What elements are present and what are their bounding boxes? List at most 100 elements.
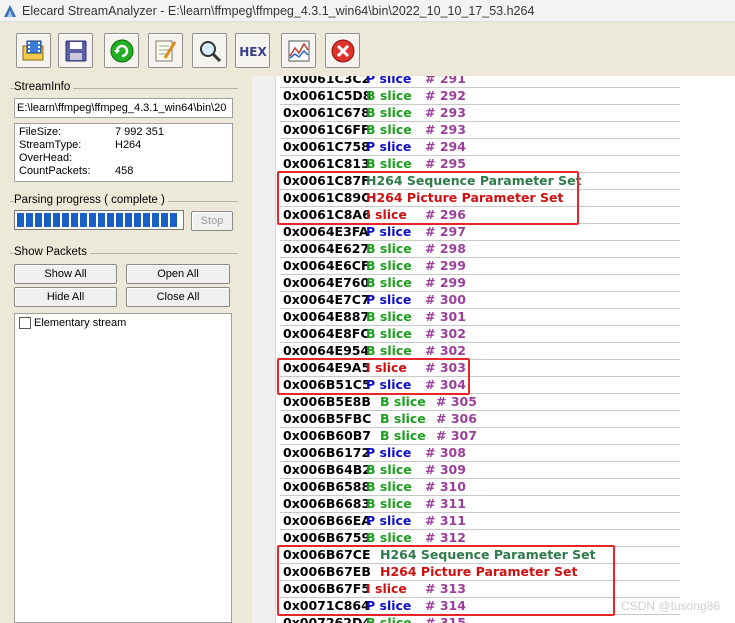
packet-number: # 302 (425, 343, 466, 358)
hide-all-button[interactable]: Hide All (14, 287, 117, 307)
packet-row[interactable]: 0x0064E887 B slice # 301 (280, 309, 680, 326)
graph-button[interactable] (281, 33, 316, 68)
hex-view-button[interactable]: HEX (235, 33, 270, 68)
tree-gutter (252, 76, 276, 623)
packet-row[interactable]: 0x0064E627 B slice # 298 (280, 241, 680, 258)
close-all-button[interactable]: Close All (126, 287, 230, 307)
packet-number: # 295 (425, 156, 466, 171)
window-title: Elecard StreamAnalyzer - E:\learn\ffmpeg… (22, 3, 535, 18)
packet-type: H264 Picture Parameter Set (366, 190, 564, 205)
packet-type: I slice (366, 207, 407, 222)
packet-offset: 0x0064E627 (283, 241, 370, 256)
stream-info-label: StreamInfo (14, 81, 74, 93)
stop-parsing-button[interactable]: Stop (191, 211, 233, 231)
left-panel: StreamInfo E:\learn\ffmpeg\ffmpeg_4.3.1_… (0, 76, 245, 623)
packet-row[interactable]: 0x006B67CE H264 Sequence Parameter Set (280, 547, 680, 564)
title-bar: Elecard StreamAnalyzer - E:\learn\ffmpeg… (0, 0, 735, 22)
packet-row[interactable]: 0x006B6683 B slice # 311 (280, 496, 680, 513)
streamtype-key: StreamType: (19, 139, 82, 151)
open-all-button[interactable]: Open All (126, 264, 230, 284)
packet-offset: 0x0061C678 (283, 105, 370, 120)
packet-row[interactable]: 0x006B6759 B slice # 312 (280, 530, 680, 547)
stream-info-box: FileSize: 7 992 351 StreamType: H264 Ove… (14, 123, 233, 182)
progress-segment (80, 213, 87, 227)
packet-type: B slice (366, 105, 412, 120)
packet-row[interactable]: 0x0061C8A6 I slice # 296 (280, 207, 680, 224)
tree-item-elementary-stream[interactable]: Elementary stream (19, 317, 126, 329)
packet-type: H264 Sequence Parameter Set (366, 173, 582, 188)
packet-row[interactable]: 0x006B5E8B B slice # 305 (280, 394, 680, 411)
elementary-stream-checkbox[interactable] (19, 317, 31, 329)
packet-row[interactable]: 0x0061C758 P slice # 294 (280, 139, 680, 156)
packet-row[interactable]: 0x006B67F5 I slice # 313 (280, 581, 680, 598)
packet-number: # 315 (425, 615, 466, 623)
search-button[interactable] (192, 33, 227, 68)
packet-row[interactable]: 0x0064E8FC B slice # 302 (280, 326, 680, 343)
watermark: CSDN @tusong86 (621, 599, 720, 613)
packet-row[interactable]: 0x006B60B7 B slice # 307 (280, 428, 680, 445)
packet-row[interactable]: 0x0064E3FA P slice # 297 (280, 224, 680, 241)
toolbar: HEX (0, 22, 735, 76)
progress-segment (44, 213, 51, 227)
packet-row[interactable]: 0x0061C3C2 P slice # 291 (280, 76, 680, 88)
packet-row[interactable]: 0x0061C89C H264 Picture Parameter Set (280, 190, 680, 207)
save-button[interactable] (58, 33, 93, 68)
packet-row[interactable]: 0x0064E7C7 P slice # 300 (280, 292, 680, 309)
packet-type: P slice (366, 139, 412, 154)
packet-type: P slice (366, 76, 412, 86)
countpackets-key: CountPackets: (19, 165, 91, 177)
packet-offset: 0x006B6588 (283, 479, 371, 494)
packet-number: # 301 (425, 309, 466, 324)
packet-row[interactable]: 0x0064E760 B slice # 299 (280, 275, 680, 292)
packet-number: # 311 (425, 496, 466, 511)
packet-row[interactable]: 0x006B66EA P slice # 311 (280, 513, 680, 530)
packet-row[interactable]: 0x007262D4 B slice # 315 (280, 615, 680, 623)
packet-row[interactable]: 0x006B64B2 B slice # 309 (280, 462, 680, 479)
edit-button[interactable] (148, 33, 183, 68)
packet-row[interactable]: 0x0061C678 B slice # 293 (280, 105, 680, 122)
packet-number: # 312 (425, 530, 466, 545)
filesize-value: 7 992 351 (115, 126, 164, 138)
packet-offset: 0x007262D4 (283, 615, 372, 623)
packet-row[interactable]: 0x0061C6FF B slice # 293 (280, 122, 680, 139)
packet-row[interactable]: 0x0061C813 B slice # 295 (280, 156, 680, 173)
packet-number: # 304 (425, 377, 466, 392)
stop-button[interactable] (325, 33, 360, 68)
refresh-button[interactable] (104, 33, 139, 68)
progress-segment (26, 213, 33, 227)
packet-offset: 0x0061C5D8 (283, 88, 372, 103)
open-file-button[interactable] (16, 33, 51, 68)
packet-offset: 0x0064E8FC (283, 326, 370, 341)
packet-row[interactable]: 0x006B6588 B slice # 310 (280, 479, 680, 496)
packet-number: # 309 (425, 462, 466, 477)
packet-offset: 0x0061C6FF (283, 122, 370, 137)
packet-list-panel: 0x0061C3C2 P slice # 291 0x0061C5D8 B slice #… (252, 76, 735, 623)
packet-row[interactable]: 0x0064E9A5 I slice # 303 (280, 360, 680, 377)
progress-segment (71, 213, 78, 227)
packet-row[interactable]: 0x0064E954 B slice # 302 (280, 343, 680, 360)
packet-row[interactable]: 0x006B5FBC B slice # 306 (280, 411, 680, 428)
packet-row[interactable]: 0x0061C87F H264 Sequence Parameter Set (280, 173, 680, 190)
progress-segment (17, 213, 24, 227)
packet-type: B slice (366, 615, 412, 623)
packet-number: # 293 (425, 105, 466, 120)
packet-offset: 0x0071C864 (283, 598, 370, 613)
app-icon (4, 4, 16, 17)
packet-row[interactable]: 0x006B67EB H264 Picture Parameter Set (280, 564, 680, 581)
packet-number: # 302 (425, 326, 466, 341)
packet-offset: 0x0064E954 (283, 343, 370, 358)
packet-tree: Elementary stream (14, 313, 232, 623)
packet-row[interactable]: 0x0064E6CF B slice # 299 (280, 258, 680, 275)
show-all-button[interactable]: Show All (14, 264, 117, 284)
packet-offset: 0x006B67F5 (283, 581, 371, 596)
packet-type: B slice (380, 411, 426, 426)
file-path-field[interactable]: E:\learn\ffmpeg\ffmpeg_4.3.1_win64\bin\2… (14, 98, 233, 118)
packet-number: # 305 (436, 394, 477, 409)
packet-row[interactable]: 0x0061C5D8 B slice # 292 (280, 88, 680, 105)
packet-type: I slice (366, 360, 407, 375)
packet-row[interactable]: 0x006B6172 P slice # 308 (280, 445, 680, 462)
packet-row[interactable]: 0x0071C864 P slice # 314 (280, 598, 680, 615)
filesize-key: FileSize: (19, 126, 62, 138)
packet-row[interactable]: 0x006B51C5 P slice # 304 (280, 377, 680, 394)
notepad-pencil-icon (155, 40, 176, 61)
